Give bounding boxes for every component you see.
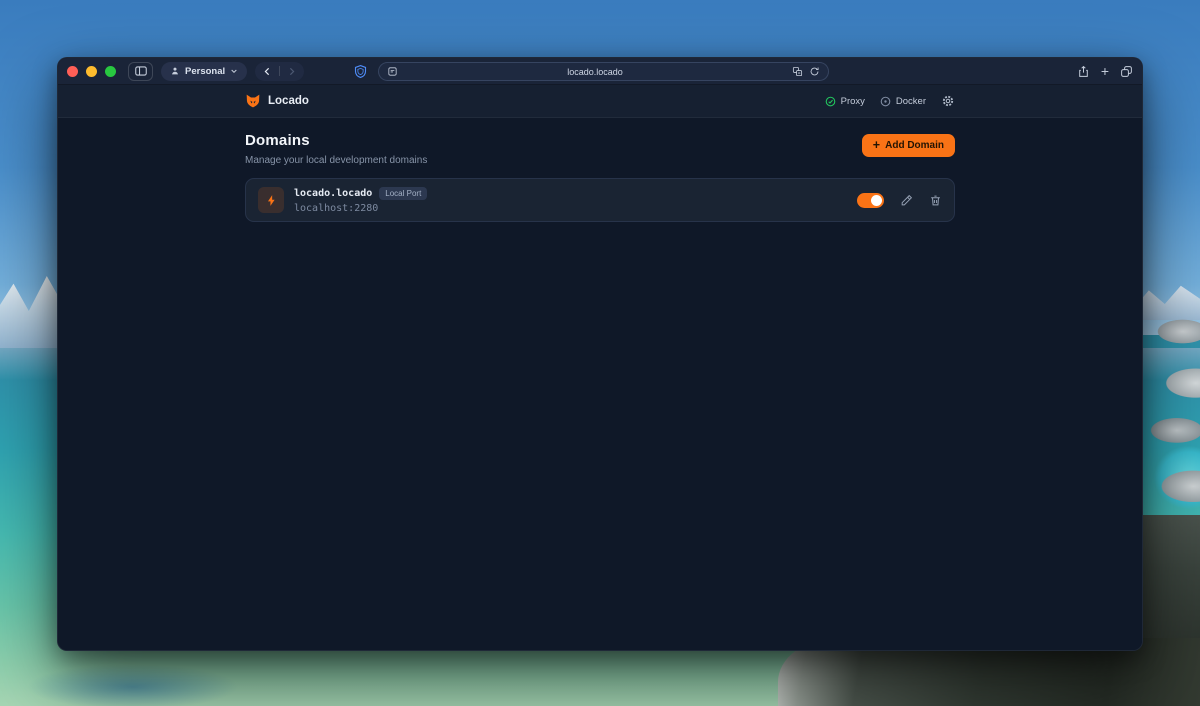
- wallpaper-boulders-right: [1142, 310, 1200, 525]
- domain-name: locado.locado: [294, 188, 372, 199]
- gear-icon[interactable]: [941, 94, 955, 108]
- page-subtitle: Manage your local development domains: [245, 155, 427, 167]
- app-header: Locado Proxy: [58, 85, 1142, 118]
- nav-divider: [279, 66, 280, 76]
- edit-domain-button[interactable]: [900, 194, 913, 207]
- chevron-down-icon: [230, 67, 238, 75]
- domain-icon-tile: [258, 187, 284, 213]
- domain-enabled-toggle[interactable]: [857, 193, 884, 208]
- toggle-knob: [871, 195, 882, 206]
- translate-icon[interactable]: [792, 66, 803, 77]
- address-bar[interactable]: locado.locado: [378, 62, 829, 81]
- add-domain-button[interactable]: + Add Domain: [862, 134, 955, 157]
- sidebar-toggle-icon[interactable]: [128, 62, 153, 81]
- app-brand-name: Locado: [268, 95, 309, 107]
- docker-status-label: Docker: [896, 96, 926, 107]
- profile-switcher-button[interactable]: Personal: [161, 62, 247, 81]
- local-port-badge: Local Port: [379, 187, 427, 200]
- fox-logo-icon: [245, 93, 261, 109]
- domain-target: localhost:2280: [294, 203, 427, 214]
- forward-icon[interactable]: [286, 66, 297, 77]
- url-text[interactable]: locado.locado: [398, 67, 792, 77]
- back-icon[interactable]: [262, 66, 273, 77]
- domain-row: locado.locado Local Port localhost:2280: [245, 178, 955, 222]
- check-circle-icon: [825, 96, 836, 107]
- new-tab-icon[interactable]: +: [1101, 64, 1109, 78]
- dot-circle-icon: [880, 96, 891, 107]
- shield-extension-icon[interactable]: [349, 62, 371, 81]
- chrome-right-buttons: +: [1077, 64, 1133, 78]
- proxy-status-label: Proxy: [841, 96, 865, 107]
- docker-status: Docker: [880, 96, 926, 107]
- app-brand: Locado: [245, 93, 309, 109]
- nav-buttons: [255, 62, 304, 81]
- page-body: Domains Manage your local development do…: [58, 118, 1142, 650]
- tab-overview-icon[interactable]: [1120, 65, 1133, 78]
- browser-chrome-bar: Personal l: [58, 58, 1142, 85]
- traffic-lights: [67, 66, 116, 77]
- share-icon[interactable]: [1077, 65, 1090, 78]
- reader-icon[interactable]: [387, 66, 398, 77]
- plus-icon: +: [873, 139, 880, 152]
- minimize-window-button[interactable]: [86, 66, 97, 77]
- browser-window: Personal l: [57, 57, 1143, 651]
- reload-icon[interactable]: [809, 66, 820, 77]
- user-icon: [170, 66, 180, 76]
- profile-label: Personal: [185, 66, 225, 77]
- wallpaper-water-shadow: [15, 646, 295, 706]
- add-domain-label: Add Domain: [885, 140, 944, 151]
- proxy-status: Proxy: [825, 96, 865, 107]
- delete-domain-button[interactable]: [929, 194, 942, 207]
- bolt-icon: [265, 194, 278, 207]
- close-window-button[interactable]: [67, 66, 78, 77]
- page-title: Domains: [245, 132, 427, 150]
- zoom-window-button[interactable]: [105, 66, 116, 77]
